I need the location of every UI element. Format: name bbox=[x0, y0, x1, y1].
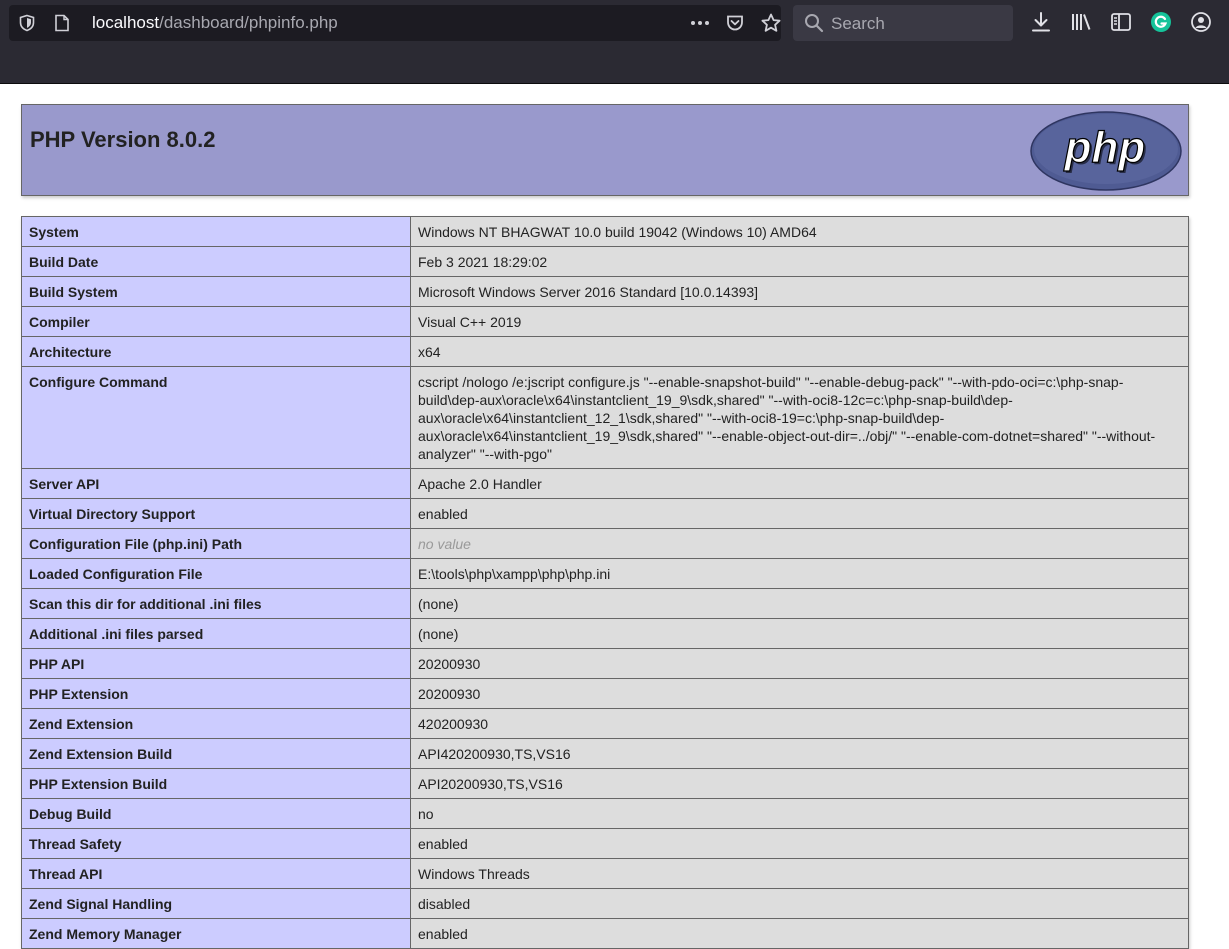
row-label: PHP Extension Build bbox=[21, 768, 411, 799]
browser-toolbar: localhost/dashboard/phpinfo.php Search bbox=[0, 0, 1229, 84]
table-row: PHP Extension 20200930 bbox=[21, 678, 1189, 709]
table-row: Server API Apache 2.0 Handler bbox=[21, 468, 1189, 499]
table-row: Additional .ini files parsed (none) bbox=[21, 618, 1189, 649]
row-value: Windows Threads bbox=[410, 858, 1189, 889]
table-row: Zend Extension Build API420200930,TS,VS16 bbox=[21, 738, 1189, 769]
table-row: Virtual Directory Support enabled bbox=[21, 498, 1189, 529]
row-label: Configuration File (php.ini) Path bbox=[21, 528, 411, 559]
row-label: System bbox=[21, 216, 411, 247]
table-row: Configuration File (php.ini) Path no valu… bbox=[21, 528, 1189, 559]
row-label: Loaded Configuration File bbox=[21, 558, 411, 589]
account-icon[interactable] bbox=[1190, 11, 1212, 33]
page-title: PHP Version 8.0.2 bbox=[30, 127, 216, 152]
table-row: Loaded Configuration File E:\tools\php\xa… bbox=[21, 558, 1189, 589]
row-value: Feb 3 2021 18:29:02 bbox=[410, 246, 1189, 277]
row-value: (none) bbox=[410, 618, 1189, 649]
row-value: no bbox=[410, 798, 1189, 829]
row-value: enabled bbox=[410, 918, 1189, 949]
table-row: Configure Command cscript /nologo /e:jscr… bbox=[21, 366, 1189, 469]
row-label: Compiler bbox=[21, 306, 411, 337]
table-row: Zend Signal Handling disabled bbox=[21, 888, 1189, 919]
search-placeholder: Search bbox=[831, 14, 885, 33]
table-row: Zend Memory Manager enabled bbox=[21, 918, 1189, 949]
row-value: Apache 2.0 Handler bbox=[410, 468, 1189, 499]
search-bar[interactable]: Search bbox=[793, 5, 1013, 41]
page-actions-menu-icon[interactable] bbox=[689, 14, 711, 32]
table-row: Compiler Visual C++ 2019 bbox=[21, 306, 1189, 337]
row-value: E:\tools\php\xampp\php\php.ini bbox=[410, 558, 1189, 589]
row-label: Additional .ini files parsed bbox=[21, 618, 411, 649]
row-label: Configure Command bbox=[21, 366, 411, 469]
table-row: Architecture x64 bbox=[21, 336, 1189, 367]
row-label: PHP API bbox=[21, 648, 411, 679]
tracking-shield-icon[interactable] bbox=[18, 14, 36, 32]
row-value: disabled bbox=[410, 888, 1189, 919]
row-value: Microsoft Windows Server 2016 Standard [… bbox=[410, 276, 1189, 307]
row-value: cscript /nologo /e:jscript configure.js … bbox=[410, 366, 1189, 469]
url-host: localhost bbox=[92, 13, 160, 32]
table-row: Scan this dir for additional .ini files(… bbox=[21, 588, 1189, 619]
row-value: no value bbox=[410, 528, 1189, 559]
row-value: 20200930 bbox=[410, 678, 1189, 709]
row-label: Debug Build bbox=[21, 798, 411, 829]
row-label: Architecture bbox=[21, 336, 411, 367]
table-row: System Windows NT BHAGWAT 10.0 build 1904… bbox=[21, 216, 1189, 247]
row-label: Build Date bbox=[21, 246, 411, 277]
row-value: Windows NT BHAGWAT 10.0 build 19042 (Win… bbox=[410, 216, 1189, 247]
svg-text:php: php bbox=[1064, 123, 1146, 172]
url-bar[interactable]: localhost/dashboard/phpinfo.php bbox=[9, 5, 781, 41]
phpinfo-content: PHP Version 8.0.2 php php bbox=[21, 104, 1189, 196]
table-row: Build Date Feb 3 2021 18:29:02 bbox=[21, 246, 1189, 277]
table-row: Zend Extension 420200930 bbox=[21, 708, 1189, 739]
url-path: /dashboard/phpinfo.php bbox=[159, 13, 338, 32]
table-row: PHP API 20200930 bbox=[21, 648, 1189, 679]
info-table: System Windows NT BHAGWAT 10.0 build 1904… bbox=[21, 216, 1189, 949]
row-label: Scan this dir for additional .ini files bbox=[21, 588, 411, 619]
row-value: (none) bbox=[410, 588, 1189, 619]
row-value: enabled bbox=[410, 828, 1189, 859]
row-label: PHP Extension bbox=[21, 678, 411, 709]
download-icon[interactable] bbox=[1030, 11, 1052, 33]
row-label: Zend Memory Manager bbox=[21, 918, 411, 949]
row-label: Virtual Directory Support bbox=[21, 498, 411, 529]
row-value: 420200930 bbox=[410, 708, 1189, 739]
search-icon bbox=[805, 14, 824, 33]
table-row: Build System Microsoft Windows Server 201… bbox=[21, 276, 1189, 307]
row-label: Thread API bbox=[21, 858, 411, 889]
row-label: Build System bbox=[21, 276, 411, 307]
sidebar-icon[interactable] bbox=[1110, 11, 1132, 33]
row-value: API20200930,TS,VS16 bbox=[410, 768, 1189, 799]
page-info-icon[interactable] bbox=[54, 14, 70, 32]
row-label: Zend Signal Handling bbox=[21, 888, 411, 919]
php-logo[interactable]: php php bbox=[1030, 111, 1182, 191]
bookmark-star-icon[interactable] bbox=[760, 12, 782, 34]
row-label: Zend Extension bbox=[21, 708, 411, 739]
table-row: Debug Build no bbox=[21, 798, 1189, 829]
row-value: Visual C++ 2019 bbox=[410, 306, 1189, 337]
library-icon[interactable] bbox=[1070, 11, 1092, 33]
pocket-icon[interactable] bbox=[725, 13, 745, 33]
row-value: x64 bbox=[410, 336, 1189, 367]
row-value: enabled bbox=[410, 498, 1189, 529]
row-label: Zend Extension Build bbox=[21, 738, 411, 769]
row-label: Server API bbox=[21, 468, 411, 499]
row-label: Thread Safety bbox=[21, 828, 411, 859]
grammarly-extension-icon[interactable] bbox=[1150, 11, 1172, 33]
table-row: PHP Extension Build API20200930,TS,VS16 bbox=[21, 768, 1189, 799]
row-value: 20200930 bbox=[410, 648, 1189, 679]
php-version-header: PHP Version 8.0.2 php php bbox=[21, 104, 1189, 196]
row-value: API420200930,TS,VS16 bbox=[410, 738, 1189, 769]
table-row: Thread API Windows Threads bbox=[21, 858, 1189, 889]
table-row: Thread Safety enabled bbox=[21, 828, 1189, 859]
url-text[interactable]: localhost/dashboard/phpinfo.php bbox=[92, 13, 338, 33]
